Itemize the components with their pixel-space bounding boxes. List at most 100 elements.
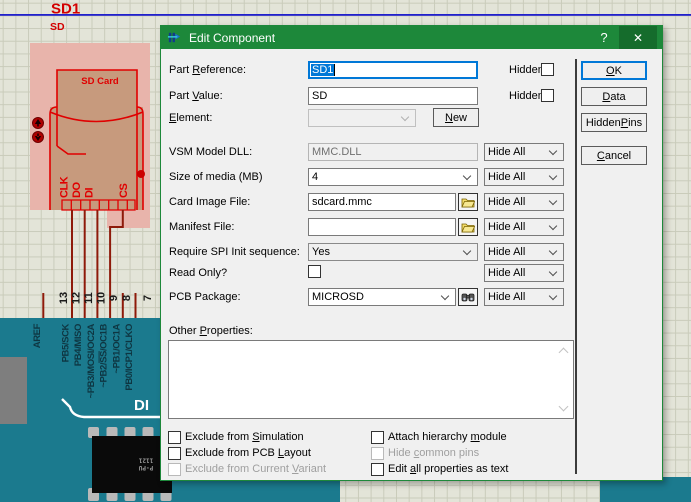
element-combo[interactable] bbox=[308, 109, 416, 127]
dialog-title: Edit Component bbox=[189, 30, 276, 45]
edit-properties-as-text-checkbox[interactable] bbox=[371, 463, 384, 476]
exclude-simulation-checkbox[interactable] bbox=[168, 431, 181, 444]
chevron-down-icon bbox=[548, 146, 558, 155]
card-image-label: Card Image File: bbox=[169, 196, 251, 208]
board-label-0: AREF bbox=[32, 323, 43, 348]
board-label-1: PB5/SCK bbox=[61, 323, 72, 362]
part-value-hidden-checkbox[interactable] bbox=[541, 89, 554, 102]
card-image-browse-button[interactable] bbox=[458, 193, 478, 211]
pin-number-13: 13 bbox=[58, 292, 70, 304]
part-reference-hidden-checkbox[interactable] bbox=[541, 63, 554, 76]
proteus-schematic-screen: { "window": { "title": "Edit Component",… bbox=[0, 0, 691, 502]
attach-hierarchy-label: Attach hierarchy module bbox=[388, 431, 507, 443]
pcb-package-search-button[interactable] bbox=[458, 288, 478, 306]
part-reference-label: Part Reference: bbox=[169, 64, 247, 76]
ok-button[interactable]: OK bbox=[581, 61, 647, 80]
element-label: Element: bbox=[169, 112, 213, 124]
exclude-current-variant-label: Exclude from Current Variant bbox=[185, 463, 327, 475]
pin-number-8: 8 bbox=[121, 295, 133, 301]
pcb-package-label: PCB Package: bbox=[169, 291, 241, 303]
pin-number-11: 11 bbox=[83, 292, 95, 304]
require-spi-combo: Yes bbox=[308, 243, 478, 261]
edit-component-dialog: Edit Component ? ✕ Part Reference: SD1 H… bbox=[160, 25, 663, 481]
close-button[interactable]: ✕ bbox=[619, 26, 657, 49]
new-element-button[interactable]: New bbox=[433, 108, 479, 127]
exclude-current-variant-checkbox bbox=[168, 463, 181, 476]
board-digital-label: DI bbox=[134, 397, 149, 414]
part-value-label: Part Value: bbox=[169, 90, 223, 102]
rotate-down-handle[interactable] bbox=[32, 131, 44, 143]
text-caret bbox=[334, 64, 336, 76]
dialog-divider bbox=[575, 59, 577, 474]
card-pin-label-DO: DO bbox=[71, 182, 83, 198]
help-button[interactable]: ? bbox=[589, 30, 619, 45]
media-hide-all-dropdown[interactable]: Hide All bbox=[484, 168, 564, 186]
part-reference-input[interactable]: SD1 bbox=[308, 61, 478, 79]
manifest-hide-all-dropdown[interactable]: Hide All bbox=[484, 218, 564, 236]
pcb-package-combo[interactable]: MICROSD bbox=[308, 288, 456, 306]
chevron-down-icon bbox=[400, 112, 410, 121]
require-spi-hide-all-dropdown[interactable]: Hide All bbox=[484, 243, 564, 261]
read-only-label: Read Only? bbox=[169, 267, 228, 279]
media-size-combo[interactable]: 4 bbox=[308, 168, 478, 186]
vsm-model-label: VSM Model DLL: bbox=[169, 146, 253, 158]
hide-common-pins-label: Hide common pins bbox=[388, 447, 480, 459]
board-label-2: PB4/MISO bbox=[73, 324, 84, 366]
rotate-up-handle[interactable] bbox=[32, 117, 44, 129]
chevron-down-icon bbox=[548, 246, 558, 255]
pin-number-10: 10 bbox=[96, 292, 108, 304]
exclude-simulation-label: Exclude from Simulation bbox=[185, 431, 304, 443]
other-properties-label: Other Properties: bbox=[169, 325, 253, 337]
chevron-down-icon bbox=[548, 291, 558, 300]
manifest-input[interactable] bbox=[308, 218, 456, 236]
chevron-down-icon bbox=[548, 221, 558, 230]
scroll-down-icon[interactable] bbox=[558, 401, 569, 412]
vsm-model-input bbox=[308, 143, 478, 161]
data-button[interactable]: Data bbox=[581, 87, 647, 106]
pin-number-9: 9 bbox=[108, 295, 120, 301]
chevron-down-icon bbox=[548, 267, 558, 276]
edit-component-icon bbox=[167, 32, 181, 43]
board-label-6: PB0/ICP1/CLKO bbox=[124, 324, 135, 391]
chip-marking-line1: P-PU bbox=[138, 464, 153, 471]
read-only-checkbox[interactable] bbox=[308, 265, 321, 278]
card-image-input[interactable] bbox=[308, 193, 456, 211]
binoculars-icon bbox=[461, 293, 475, 302]
card-pin-label-DI: DI bbox=[84, 188, 96, 198]
exclude-pcb-layout-checkbox[interactable] bbox=[168, 447, 181, 460]
pin-number-12: 12 bbox=[71, 292, 83, 304]
board-label-4: ~PB2/SS/OC1B bbox=[99, 323, 110, 387]
exclude-pcb-layout-label: Exclude from PCB Layout bbox=[185, 447, 311, 459]
folder-icon bbox=[461, 198, 475, 208]
chip-marking-line2: 1121 bbox=[138, 457, 153, 464]
usb-connector bbox=[0, 357, 27, 424]
pcb-package-hide-all-dropdown[interactable]: Hide All bbox=[484, 288, 564, 306]
card-pin-label-CS: CS bbox=[118, 184, 130, 198]
card-pin-label-CLK: CLK bbox=[59, 176, 71, 198]
sheet-border-line bbox=[0, 14, 691, 16]
cancel-button[interactable]: Cancel bbox=[581, 146, 647, 165]
vsm-hide-all-dropdown[interactable]: Hide All bbox=[484, 143, 564, 161]
part-value-input[interactable] bbox=[308, 87, 478, 105]
pin-number-7: 7 bbox=[142, 295, 154, 301]
attach-hierarchy-checkbox[interactable] bbox=[371, 431, 384, 444]
require-spi-label: Require SPI Init sequence: bbox=[169, 246, 300, 258]
manifest-browse-button[interactable] bbox=[458, 218, 478, 236]
scroll-up-icon[interactable] bbox=[558, 347, 569, 358]
chevron-down-icon bbox=[548, 196, 558, 205]
part-reference-text[interactable]: SD1 bbox=[51, 1, 80, 18]
chevron-down-icon bbox=[462, 246, 472, 255]
sd-card-title: SD Card bbox=[81, 76, 119, 87]
part-value-text[interactable]: SD bbox=[50, 21, 65, 33]
manifest-label: Manifest File: bbox=[169, 221, 235, 233]
folder-icon bbox=[461, 223, 475, 233]
chevron-down-icon bbox=[462, 171, 472, 180]
other-properties-textarea[interactable] bbox=[168, 340, 574, 419]
read-only-hide-all-dropdown[interactable]: Hide All bbox=[484, 264, 564, 282]
card-image-hide-all-dropdown[interactable]: Hide All bbox=[484, 193, 564, 211]
chevron-down-icon bbox=[548, 171, 558, 180]
hidden-pins-button[interactable]: Hidden Pins bbox=[581, 113, 647, 132]
dialog-titlebar[interactable]: Edit Component ? ✕ bbox=[161, 26, 662, 49]
hide-common-pins-checkbox bbox=[371, 447, 384, 460]
cs-junction-dot bbox=[137, 170, 145, 178]
